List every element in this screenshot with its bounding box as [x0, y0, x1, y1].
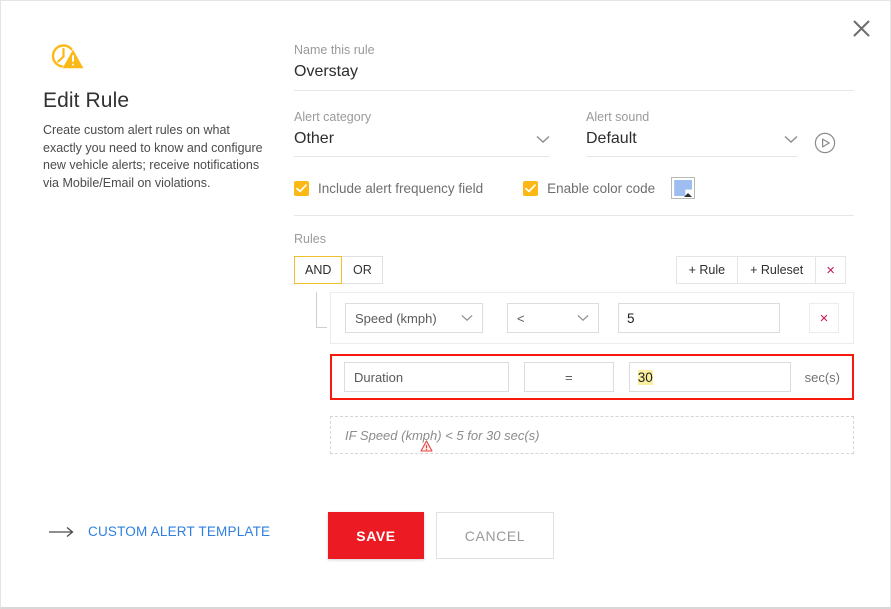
table-row: Speed (kmph) < 5 × — [330, 292, 854, 344]
rule-operator-value: = — [565, 369, 573, 385]
dialog-footer: CUSTOM ALERT TEMPLATE SAVE CANCEL — [1, 506, 890, 566]
alert-sound-value: Default — [586, 130, 637, 147]
custom-alert-template-link[interactable]: CUSTOM ALERT TEMPLATE — [49, 524, 270, 539]
rule-field-select[interactable]: Speed (kmph) — [345, 303, 483, 333]
edit-rule-dialog: Edit Rule Create custom alert rules on w… — [0, 0, 891, 609]
rule-operator-select[interactable]: < — [507, 303, 599, 333]
arrow-right-icon — [49, 526, 74, 537]
rules-action-group: + Rule + Ruleset × — [675, 256, 846, 284]
play-circle-icon[interactable] — [814, 132, 836, 154]
close-icon[interactable] — [844, 11, 878, 45]
logic-or-button[interactable]: OR — [342, 256, 384, 284]
rules-toolbar: AND OR + Rule + Ruleset × — [294, 256, 854, 284]
rule-value-input[interactable]: 5 — [618, 303, 780, 333]
name-input[interactable]: Overstay — [294, 63, 854, 81]
rule-value-unit: sec(s) — [804, 369, 840, 385]
enable-color-code-checkbox[interactable] — [523, 180, 539, 196]
rules-list: Speed (kmph) < 5 × Duration = 30 sec(s) — [294, 292, 854, 400]
add-rule-button[interactable]: + Rule — [675, 256, 739, 284]
alert-category-select[interactable]: Other — [294, 130, 550, 157]
warning-triangle-icon — [420, 440, 433, 452]
custom-alert-template-label: CUSTOM ALERT TEMPLATE — [88, 524, 271, 539]
chevron-down-icon — [784, 135, 798, 144]
rule-value-text: 30 — [637, 369, 653, 385]
alert-category-group: Alert category Other — [294, 110, 586, 157]
rules-section-label: Rules — [294, 232, 326, 246]
alert-sound-label: Alert sound — [586, 110, 650, 124]
alert-category-label: Alert category — [294, 110, 372, 124]
enable-color-code-label: Enable color code — [547, 180, 656, 196]
clock-warning-icon — [43, 41, 87, 75]
page-title: Edit Rule — [43, 89, 130, 112]
rule-field-select[interactable]: Duration — [344, 362, 509, 392]
panel-description: Create custom alert rules on what exactl… — [43, 123, 263, 190]
include-alert-frequency-label: Include alert frequency field — [318, 180, 484, 196]
cancel-button[interactable]: CANCEL — [436, 512, 554, 559]
info-panel: Edit Rule Create custom alert rules on w… — [43, 41, 268, 192]
logic-and-button[interactable]: AND — [294, 256, 343, 284]
rule-field-value: Speed (kmph) — [355, 310, 437, 326]
save-button[interactable]: SAVE — [328, 512, 424, 559]
table-row: Duration = 30 sec(s) — [330, 354, 854, 400]
chevron-down-icon — [536, 135, 550, 144]
alert-category-value: Other — [294, 130, 335, 147]
rule-field-value: Duration — [354, 369, 404, 385]
add-ruleset-button[interactable]: + Ruleset — [738, 256, 817, 284]
options-row: Include alert frequency field Enable col… — [294, 177, 854, 216]
rule-operator-value: < — [517, 310, 525, 326]
remove-ruleset-button[interactable]: × — [816, 256, 846, 284]
remove-rule-button[interactable]: × — [809, 303, 839, 333]
rule-summary: IF Speed (kmph) < 5 for 30 sec(s) — [330, 416, 854, 454]
logic-toggle-group: AND OR — [294, 256, 384, 284]
rule-value-input[interactable]: 30 — [628, 362, 791, 392]
swatch-dropdown-triangle-icon — [684, 193, 693, 197]
category-sound-row: Alert category Other Alert sound Default — [294, 110, 854, 157]
alert-sound-select[interactable]: Default — [586, 130, 798, 157]
alert-sound-group: Alert sound Default — [586, 110, 854, 157]
name-field-label: Name this rule — [294, 43, 375, 57]
rule-group-connector — [316, 292, 327, 328]
color-picker-swatch[interactable] — [671, 177, 696, 199]
include-alert-frequency-checkbox[interactable] — [294, 180, 309, 196]
rule-summary-text: IF Speed (kmph) < 5 for 30 sec(s) — [345, 427, 540, 443]
name-field-group: Name this rule Overstay — [294, 43, 854, 91]
rule-form: Name this rule Overstay Alert category O… — [294, 43, 854, 454]
rule-operator-select[interactable]: = — [523, 362, 614, 392]
